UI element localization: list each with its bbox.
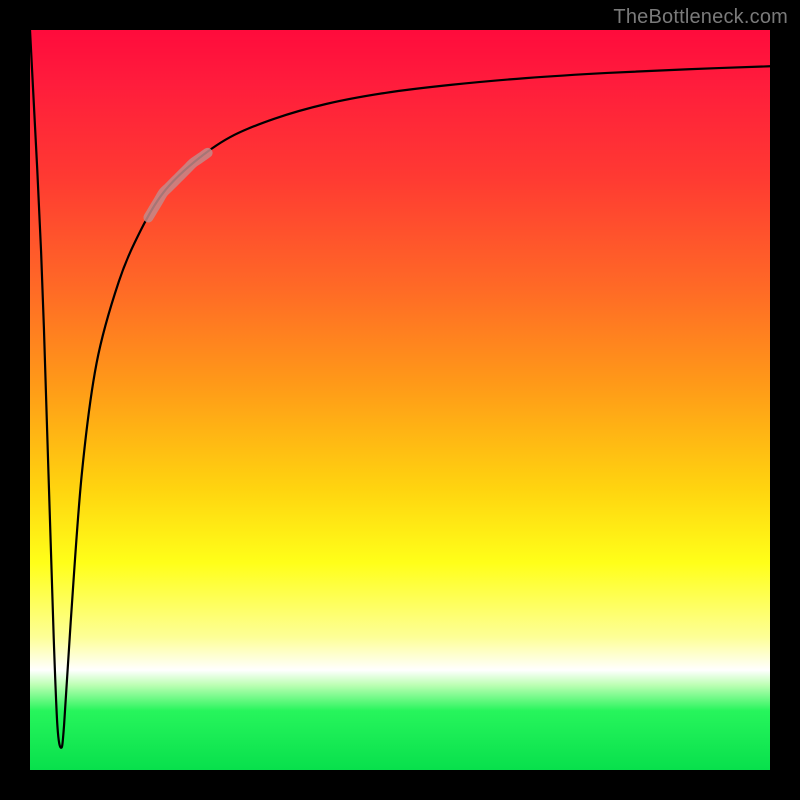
- curve-layer: [30, 30, 770, 770]
- watermark-text: TheBottleneck.com: [613, 6, 788, 29]
- chart-root: TheBottleneck.com: [0, 0, 800, 800]
- curve-highlight-segment: [148, 153, 207, 218]
- bottleneck-curve: [30, 30, 770, 748]
